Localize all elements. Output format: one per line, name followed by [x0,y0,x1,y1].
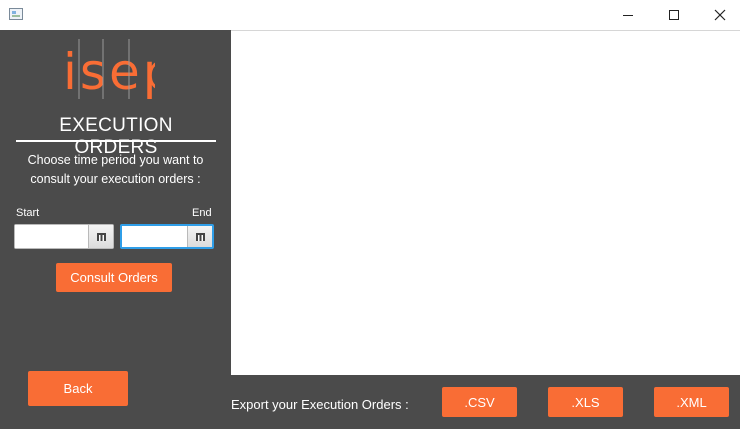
app-icon [9,8,23,20]
start-date-input[interactable] [15,225,88,248]
title-bar [0,0,740,30]
end-label: End [192,207,212,219]
consult-orders-button[interactable]: Consult Orders [56,263,172,292]
calendar-icon [195,232,205,241]
start-date-picker [14,224,114,249]
orders-content-area [231,30,740,375]
maximize-button[interactable] [651,0,697,30]
export-xml-button[interactable]: .XML [654,387,729,417]
back-button[interactable]: Back [28,371,128,406]
title-underline [16,140,216,142]
logo-text: isep [63,43,155,99]
sidebar: isep EXECUTION ORDERS Choose time period… [0,30,231,429]
end-calendar-button[interactable] [187,226,212,247]
end-date-picker [120,224,214,249]
export-bar: Export your Execution Orders : .CSV .XLS… [231,375,740,429]
export-xls-button[interactable]: .XLS [548,387,623,417]
close-button[interactable] [697,0,740,30]
export-label: Export your Execution Orders : [231,397,409,412]
end-date-input[interactable] [122,226,187,247]
close-icon [714,9,726,21]
maximize-icon [669,10,679,20]
start-label: Start [16,207,40,219]
instructions-text: Choose time period you want to consult y… [27,153,204,186]
minimize-button[interactable] [605,0,651,30]
start-calendar-button[interactable] [88,225,113,248]
export-csv-button[interactable]: .CSV [442,387,517,417]
isep-logo: isep [63,39,155,99]
minimize-icon [623,14,633,16]
calendar-icon [96,232,106,241]
